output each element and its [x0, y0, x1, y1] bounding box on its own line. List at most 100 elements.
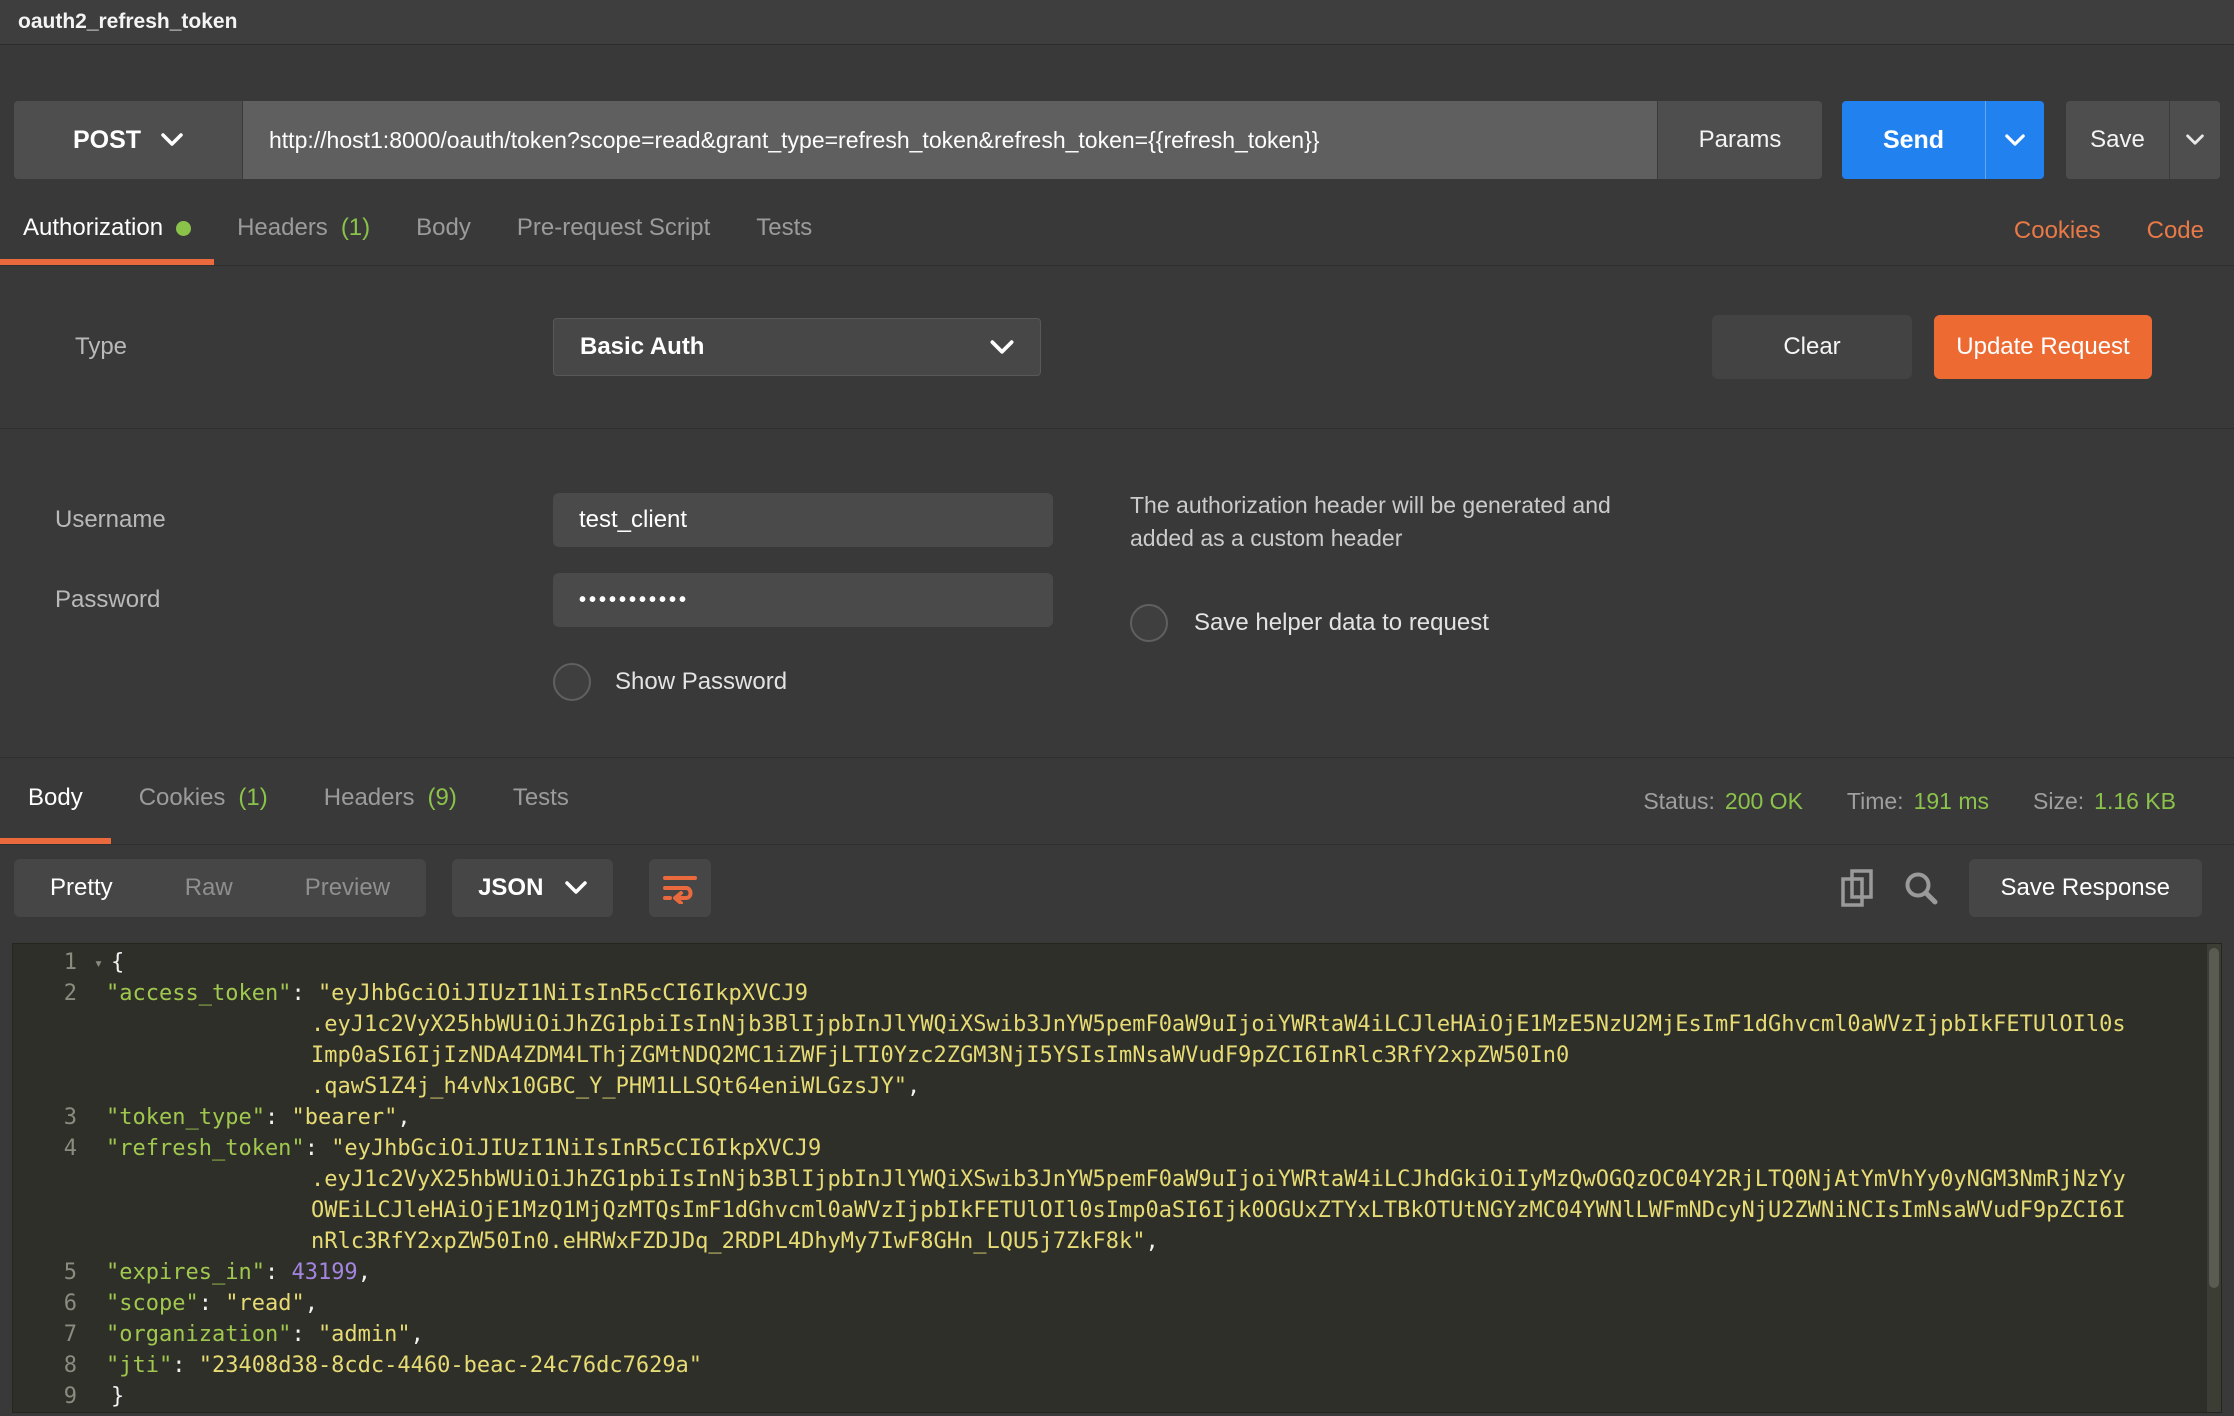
- save-helper-checkbox[interactable]: [1130, 604, 1168, 642]
- update-request-button[interactable]: Update Request: [1934, 315, 2152, 379]
- code-line: .eyJ1c2VyX25hbWUiOiJhZG1pbiIsInNjb3BlIjp…: [13, 1164, 2221, 1195]
- method-url-group: POST http://host1:8000/oauth/token?scope…: [14, 101, 1822, 179]
- cookies-link[interactable]: Cookies: [2014, 217, 2101, 245]
- chevron-down-icon: [161, 133, 183, 147]
- username-label: Username: [0, 506, 553, 534]
- url-input[interactable]: http://host1:8000/oauth/token?scope=read…: [243, 101, 1658, 179]
- status-label: Status:: [1643, 788, 1715, 815]
- url-text: http://host1:8000/oauth/token?scope=read…: [269, 127, 1319, 154]
- line-number: [13, 1195, 85, 1226]
- password-row: Password •••••••••••: [0, 573, 2234, 627]
- send-button[interactable]: Send: [1842, 101, 1986, 179]
- response-tab-body[interactable]: Body: [0, 758, 111, 844]
- wrap-text-button[interactable]: [649, 859, 711, 917]
- url-bar: POST http://host1:8000/oauth/token?scope…: [14, 101, 2220, 179]
- tab-pre-request-script[interactable]: Pre-request Script: [494, 197, 733, 265]
- authorization-panel: Type Basic Auth Clear Update Request Use…: [0, 266, 2234, 757]
- size-value: 1.16 KB: [2094, 788, 2176, 815]
- line-number: 9: [13, 1381, 85, 1412]
- line-number: 5: [13, 1257, 85, 1288]
- response-body-viewer: 1▾{2"access_token": "eyJhbGciOiJIUzI1NiI…: [12, 943, 2222, 1413]
- code-link[interactable]: Code: [2147, 217, 2204, 245]
- code-line: 2"access_token": "eyJhbGciOiJIUzI1NiIsIn…: [13, 978, 2221, 1009]
- code-line: 7"organization": "admin",: [13, 1319, 2221, 1350]
- wrap-text-icon: [662, 872, 698, 904]
- send-button-group: Send: [1842, 101, 2044, 179]
- status-value: 200 OK: [1725, 788, 1803, 815]
- send-options-button[interactable]: [1986, 101, 2044, 179]
- auth-type-row: Type Basic Auth Clear Update Request: [0, 266, 2234, 428]
- code-line: 6"scope": "read",: [13, 1288, 2221, 1319]
- auth-helper-column: The authorization header will be generat…: [1130, 489, 1710, 642]
- time-value: 191 ms: [1914, 788, 1989, 815]
- save-response-button[interactable]: Save Response: [1969, 859, 2202, 917]
- code-line: 1▾{: [13, 947, 2221, 978]
- line-number: 3: [13, 1102, 85, 1133]
- code-line: 4"refresh_token": "eyJhbGciOiJIUzI1NiIsI…: [13, 1133, 2221, 1164]
- method-label: POST: [73, 126, 141, 155]
- code-line: 8"jti": "23408d38-8cdc-4460-beac-24c76dc…: [13, 1350, 2221, 1381]
- save-button-group: Save: [2066, 101, 2220, 179]
- response-body-lines: 1▾{2"access_token": "eyJhbGciOiJIUzI1NiI…: [13, 947, 2221, 1412]
- line-number: [13, 1071, 85, 1102]
- request-links: Cookies Code: [2014, 217, 2234, 245]
- size-label: Size:: [2033, 788, 2084, 815]
- code-line: OWEiLCJleHAiOjE1MzQ1MjQzMTQsImF1dGhvcml0…: [13, 1195, 2221, 1226]
- show-password-row: Show Password: [553, 663, 2234, 701]
- scrollbar-thumb[interactable]: [2209, 948, 2219, 1288]
- password-field[interactable]: •••••••••••: [553, 573, 1053, 627]
- username-field[interactable]: test_client: [553, 493, 1053, 547]
- response-tools: Save Response: [1841, 859, 2220, 917]
- format-select[interactable]: JSON: [452, 859, 613, 917]
- response-tab-tests[interactable]: Tests: [485, 758, 597, 844]
- method-select[interactable]: POST: [14, 101, 243, 179]
- chevron-down-icon: [2186, 134, 2204, 146]
- search-icon: [1903, 870, 1939, 906]
- password-label: Password: [0, 586, 553, 614]
- request-tabs: Authorization Headers (1) Body Pre-reque…: [0, 197, 2234, 266]
- code-line: 3"token_type": "bearer",: [13, 1102, 2221, 1133]
- tab-body[interactable]: Body: [393, 197, 494, 265]
- line-number: [13, 1040, 85, 1071]
- view-pretty-button[interactable]: Pretty: [14, 859, 149, 917]
- tab-headers[interactable]: Headers (1): [214, 197, 393, 265]
- view-preview-button[interactable]: Preview: [269, 859, 426, 917]
- response-panel: Body Cookies (1) Headers (9) Tests Statu…: [0, 758, 2234, 1413]
- params-button[interactable]: Params: [1658, 101, 1822, 179]
- credentials-area: Username test_client Password ••••••••••…: [0, 429, 2234, 757]
- line-number: 4: [13, 1133, 85, 1164]
- line-number: [13, 1226, 85, 1257]
- auth-type-select[interactable]: Basic Auth: [553, 318, 1041, 376]
- line-number: [13, 1164, 85, 1195]
- line-number: 7: [13, 1319, 85, 1350]
- search-button[interactable]: [1903, 870, 1939, 906]
- auth-helper-text: The authorization header will be generat…: [1130, 489, 1630, 556]
- save-button[interactable]: Save: [2066, 101, 2170, 179]
- fold-toggle-icon[interactable]: ▾: [94, 948, 103, 979]
- scrollbar-track[interactable]: [2207, 944, 2221, 1412]
- response-tab-cookies[interactable]: Cookies (1): [111, 758, 296, 844]
- chevron-down-icon: [2005, 134, 2025, 147]
- save-options-button[interactable]: [2170, 101, 2220, 179]
- time-label: Time:: [1847, 788, 1904, 815]
- line-number: 6: [13, 1288, 85, 1319]
- request-title: oauth2_refresh_token: [18, 10, 237, 34]
- clear-button[interactable]: Clear: [1712, 315, 1912, 379]
- copy-button[interactable]: [1841, 869, 1873, 907]
- view-raw-button[interactable]: Raw: [149, 859, 269, 917]
- tab-tests[interactable]: Tests: [733, 197, 835, 265]
- copy-icon: [1841, 869, 1873, 907]
- code-line: 9}: [13, 1381, 2221, 1412]
- tab-authorization[interactable]: Authorization: [0, 197, 214, 265]
- code-line: .qawS1Z4j_h4vNx10GBC_Y_PHM1LLSQt64eniWLG…: [13, 1071, 2221, 1102]
- response-tab-headers[interactable]: Headers (9): [296, 758, 485, 844]
- code-line: nRlc3RfY2xpZW50In0.eHRWxFZDJDq_2RDPL4Dhy…: [13, 1226, 2221, 1257]
- response-toolbar: Pretty Raw Preview JSON: [14, 859, 2220, 917]
- request-title-bar: oauth2_refresh_token: [0, 0, 2234, 45]
- chevron-down-icon: [990, 340, 1014, 355]
- chevron-down-icon: [565, 881, 587, 895]
- code-line: 5"expires_in": 43199,: [13, 1257, 2221, 1288]
- line-number: 8: [13, 1350, 85, 1381]
- show-password-checkbox[interactable]: [553, 663, 591, 701]
- save-helper-label: Save helper data to request: [1194, 609, 1489, 637]
